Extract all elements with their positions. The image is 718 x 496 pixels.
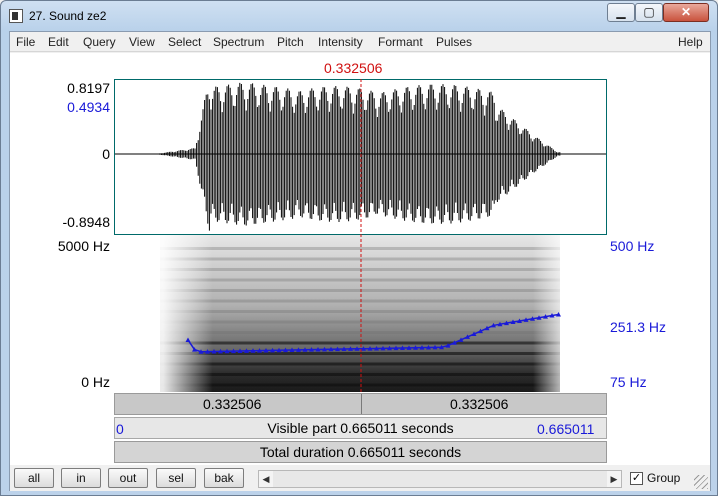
- selection-divider: [361, 394, 362, 414]
- minimize-icon: ▁: [616, 5, 626, 19]
- zoom-back-button[interactable]: bak: [204, 468, 244, 488]
- zoom-in-button[interactable]: in: [61, 468, 101, 488]
- selection-right-time: 0.332506: [450, 396, 509, 412]
- menu-spectrum[interactable]: Spectrum: [213, 35, 264, 49]
- editor-client-area: File Edit Query View Select Spectrum Pit…: [9, 31, 711, 491]
- menu-view[interactable]: View: [129, 35, 155, 49]
- menu-help[interactable]: Help: [678, 35, 703, 49]
- bottom-toolbar: all in out sel bak ◀ ▶ ✓ Group: [10, 465, 710, 491]
- menu-query[interactable]: Query: [83, 35, 116, 49]
- total-duration-bar[interactable]: Total duration 0.665011 seconds: [114, 441, 607, 463]
- close-icon: ✕: [680, 5, 692, 19]
- menu-file[interactable]: File: [16, 35, 35, 49]
- maximize-icon: ▢: [643, 5, 655, 19]
- sound-editor-window: 27. Sound ze2 ▁ ▢ ✕ File Edit Query View…: [0, 0, 718, 496]
- resize-grip-icon[interactable]: [694, 475, 708, 489]
- minimize-button[interactable]: ▁: [607, 3, 635, 22]
- menu-edit[interactable]: Edit: [48, 35, 69, 49]
- visible-part-bar[interactable]: Visible part 0.665011 seconds: [114, 417, 607, 439]
- time-scrollbar[interactable]: ◀ ▶: [258, 470, 622, 488]
- close-button[interactable]: ✕: [663, 3, 709, 22]
- visible-end-time: 0.665011: [537, 421, 595, 437]
- visible-start-time: 0: [116, 421, 124, 437]
- menu-formant[interactable]: Formant: [378, 35, 423, 49]
- title-bar[interactable]: 27. Sound ze2 ▁ ▢ ✕: [1, 1, 717, 31]
- selection-time-bar[interactable]: 0.332506 0.332506: [114, 393, 607, 415]
- group-checkbox[interactable]: ✓: [630, 472, 643, 485]
- zoom-all-button[interactable]: all: [14, 468, 54, 488]
- total-duration-text: Total duration 0.665011 seconds: [259, 444, 462, 460]
- pitch-top-label: 500 Hz: [610, 238, 655, 254]
- zoom-out-button[interactable]: out: [108, 468, 148, 488]
- maximize-button[interactable]: ▢: [635, 3, 663, 22]
- menu-intensity[interactable]: Intensity: [318, 35, 363, 49]
- arrow-right-icon[interactable]: ▶: [607, 471, 621, 487]
- pitch-cursor-label: 251.3 Hz: [610, 319, 667, 335]
- window-title: 27. Sound ze2: [29, 9, 107, 23]
- editor-panel[interactable]: 0.332506 0.8197 0.4934 0 -0.8948 5000 Hz…: [10, 53, 710, 465]
- cursor-overlay: [360, 79, 362, 393]
- group-label: Group: [647, 471, 681, 485]
- visible-part-text: Visible part 0.665011 seconds: [267, 420, 454, 436]
- pitch-bottom-label: 75 Hz: [610, 374, 647, 390]
- arrow-left-icon[interactable]: ◀: [259, 471, 273, 487]
- app-icon: [9, 9, 23, 23]
- menu-pitch[interactable]: Pitch: [277, 35, 304, 49]
- menu-select[interactable]: Select: [168, 35, 201, 49]
- menu-bar: File Edit Query View Select Spectrum Pit…: [10, 32, 710, 52]
- zoom-sel-button[interactable]: sel: [156, 468, 196, 488]
- menu-pulses[interactable]: Pulses: [436, 35, 472, 49]
- selection-left-time: 0.332506: [203, 396, 262, 412]
